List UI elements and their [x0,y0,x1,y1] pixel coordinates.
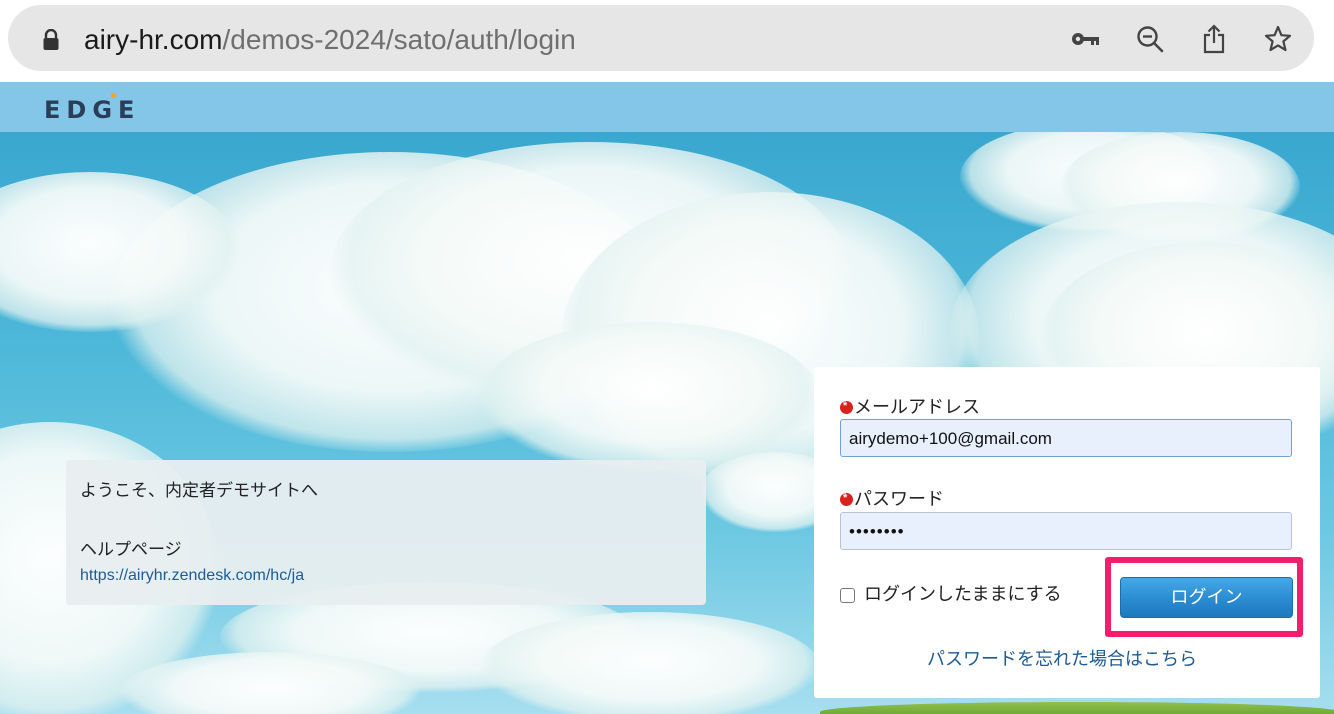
browser-chrome: airy-hr.com/demos-2024/sato/auth/login [0,0,1334,80]
login-button[interactable]: ログイン [1120,577,1293,618]
forgot-password-link[interactable]: パスワードを忘れた場合はこちら [927,645,1197,671]
email-label-text: メールアドレス [854,397,980,417]
url-path: /demos-2024/sato/auth/login [222,24,576,55]
email-input[interactable]: airydemo+100@gmail.com [840,419,1292,457]
help-page-link[interactable]: https://airyhr.zendesk.com/hc/ja [80,567,304,585]
password-input[interactable]: •••••••• [840,512,1292,550]
required-icon [840,492,853,506]
welcome-message: ようこそ、内定者デモサイトへ [80,481,318,500]
email-label: メールアドレス [840,393,980,419]
zoom-out-icon[interactable] [1134,23,1166,55]
password-label: パスワード [840,485,944,511]
remember-me[interactable]: ログインしたままにする [840,580,1062,606]
logo-accent-dot [111,93,116,98]
star-icon[interactable] [1262,23,1294,55]
help-page-label: ヘルプページ [80,540,182,559]
logo-text: EDGE [44,96,141,124]
address-bar[interactable]: airy-hr.com/demos-2024/sato/auth/login [8,5,1314,71]
remember-me-label: ログインしたままにする [864,584,1062,604]
url-text[interactable]: airy-hr.com/demos-2024/sato/auth/login [84,24,576,56]
app-header [0,82,1334,132]
edge-logo[interactable]: EDGE [44,93,141,124]
key-icon[interactable] [1070,23,1102,55]
password-label-text: パスワード [854,489,944,509]
url-host: airy-hr.com [84,24,223,55]
remember-me-checkbox[interactable] [840,587,855,603]
lock-icon [42,28,60,56]
share-icon[interactable] [1198,23,1230,55]
grass-strip [820,702,1334,714]
required-icon [840,400,853,414]
login-form: メールアドレス airydemo+100@gmail.com パスワード •••… [814,367,1320,698]
welcome-panel: ようこそ、内定者デモサイトへ ヘルプページ https://airyhr.zen… [66,460,706,605]
